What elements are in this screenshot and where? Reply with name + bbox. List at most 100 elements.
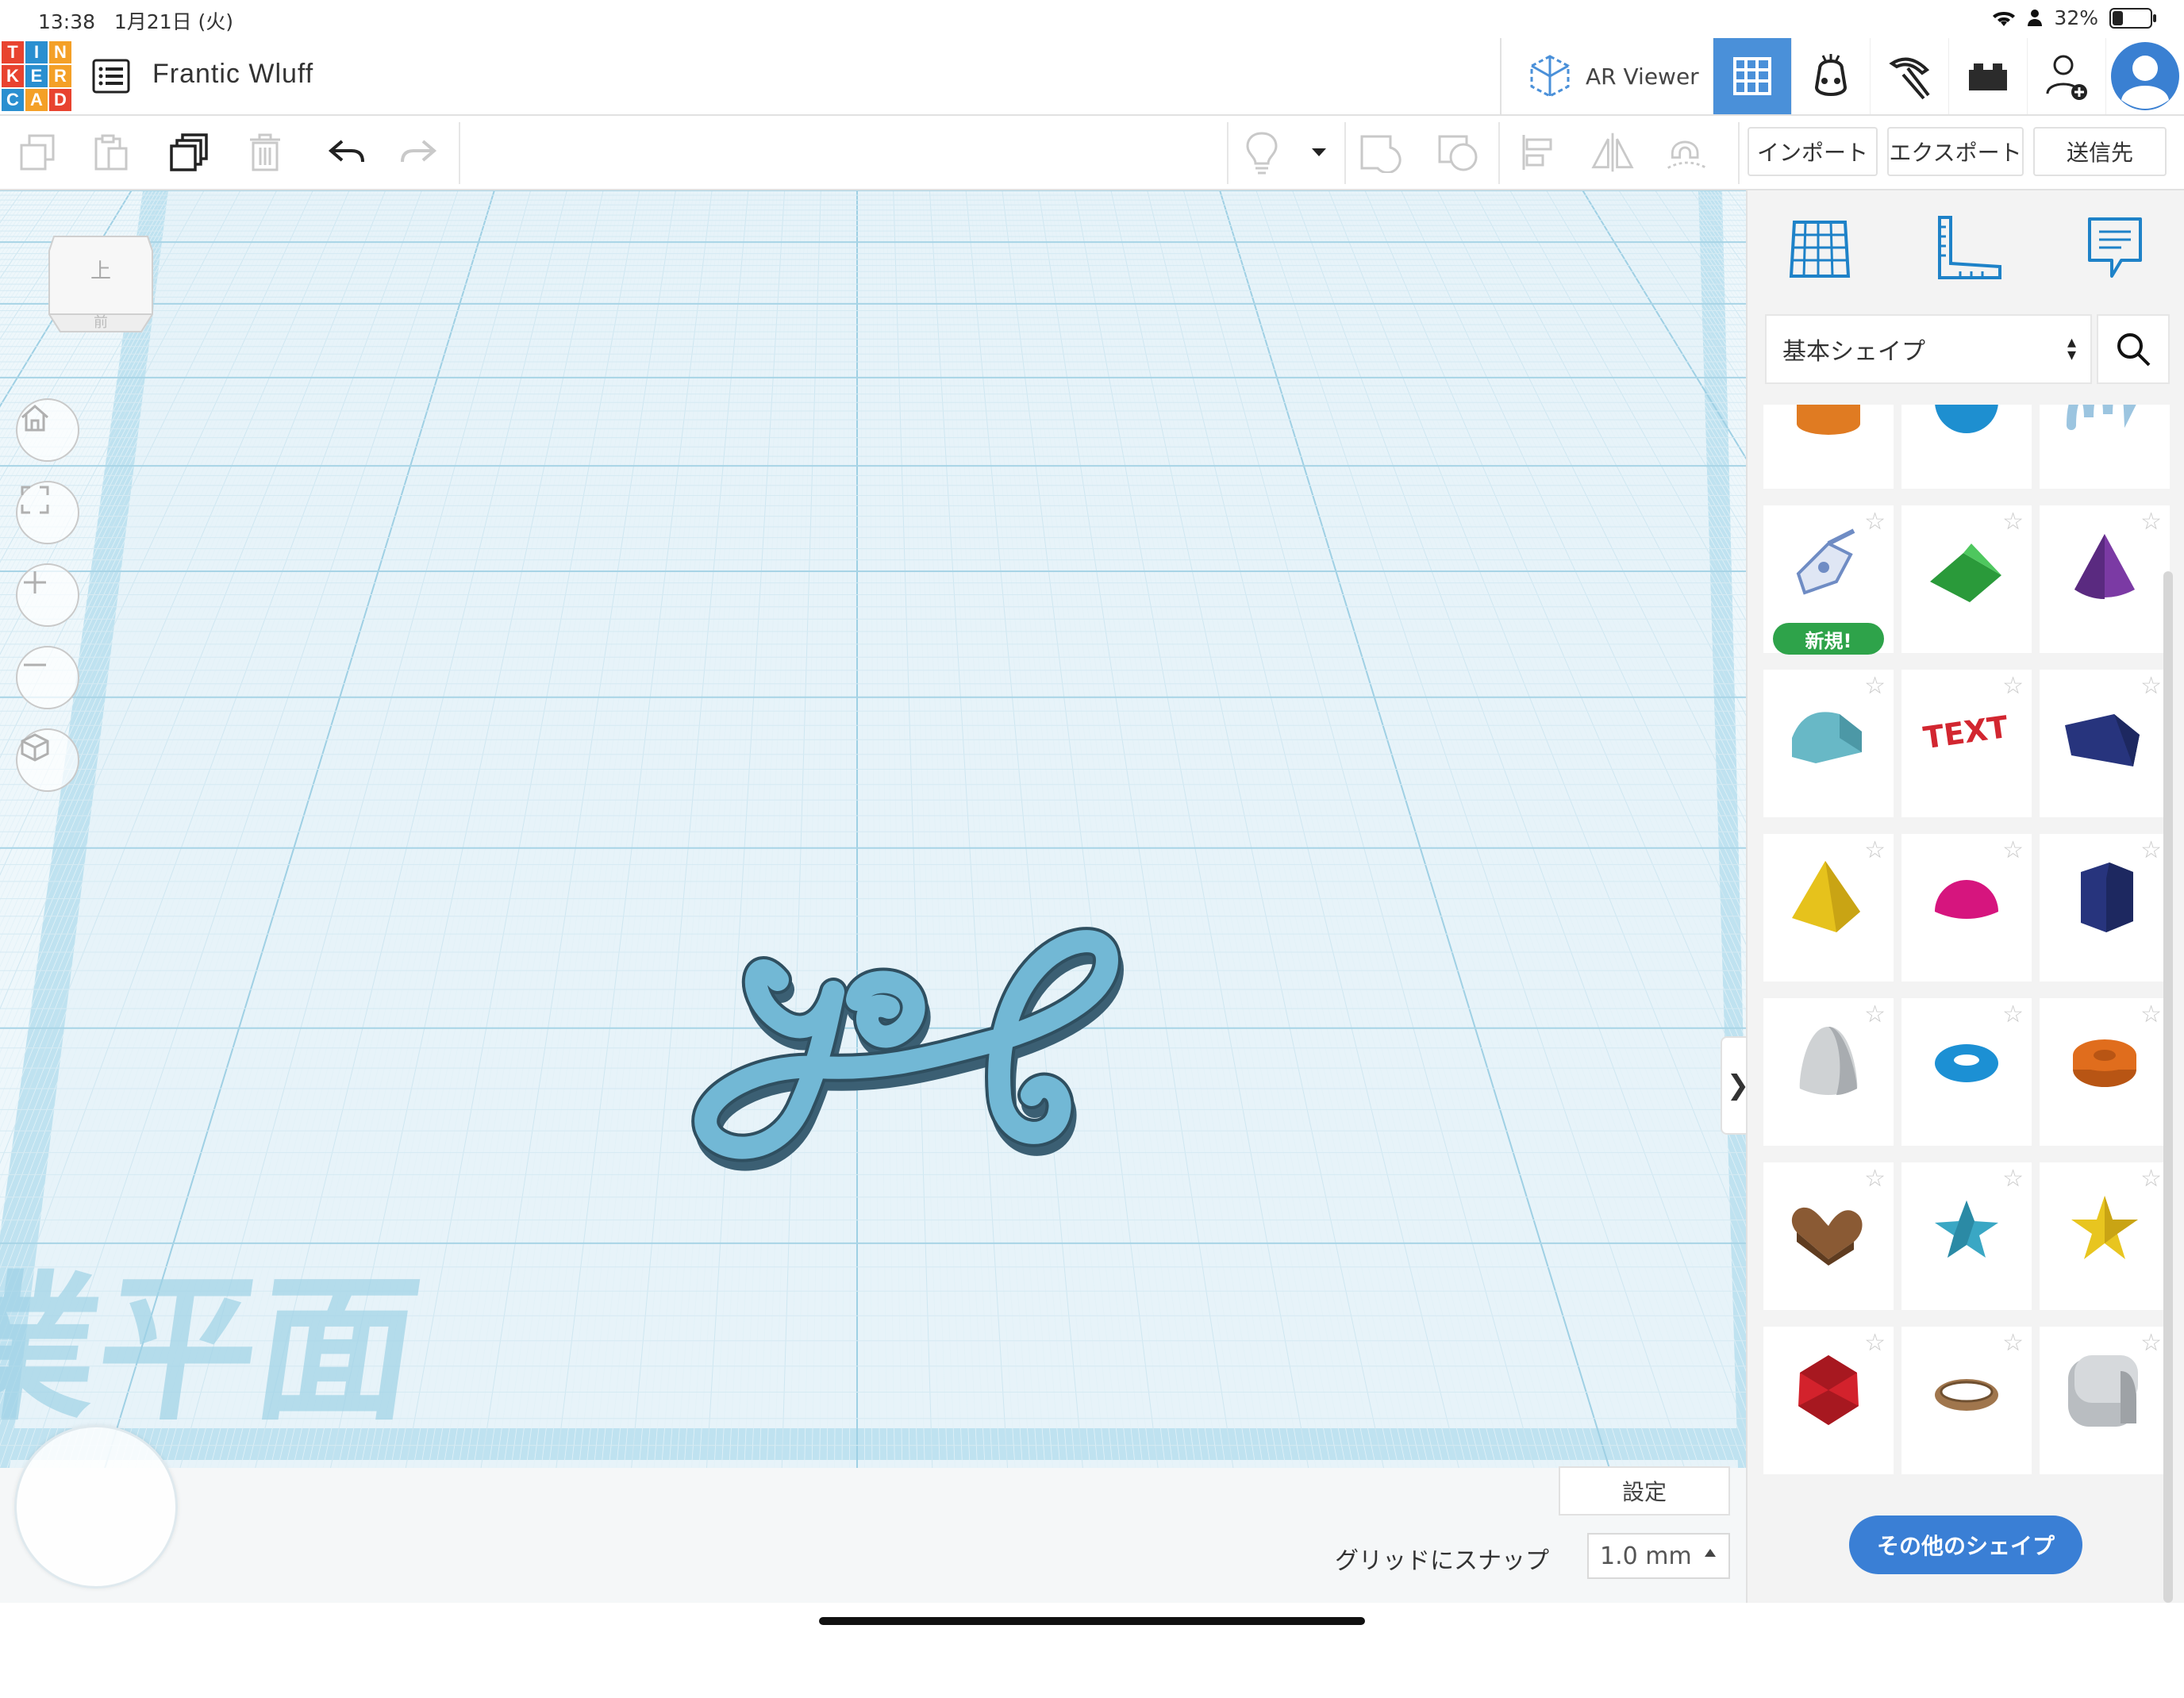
shape-icosahedron[interactable]: ☆ <box>1763 1327 1894 1474</box>
favorite-star-icon[interactable]: ☆ <box>1864 674 1886 698</box>
shape-cone[interactable]: ☆ <box>2040 505 2170 653</box>
shape-sketch[interactable]: ☆ 新規! <box>1763 505 1894 655</box>
undo-icon <box>328 140 364 163</box>
workplane-grid[interactable]: 作業平面 <box>0 190 1746 1468</box>
favorite-star-icon[interactable]: ☆ <box>1864 1003 1886 1027</box>
ungroup-button[interactable] <box>1436 130 1481 175</box>
favorite-star-icon[interactable]: ☆ <box>1864 510 1886 534</box>
half-sphere-shape-icon <box>1935 880 1998 919</box>
battery-icon <box>2109 7 2156 29</box>
favorite-star-icon[interactable]: ☆ <box>2002 674 2024 698</box>
shape-heart[interactable]: ☆ <box>1763 1162 1894 1310</box>
workplane-canvas[interactable]: 作業平面 上 前 <box>0 190 1746 1468</box>
shape-box[interactable]: ☆ <box>2040 670 2170 817</box>
shape-tube[interactable]: ☆ <box>2040 998 2170 1146</box>
copy-button[interactable] <box>16 130 60 175</box>
shape-star[interactable]: ☆ <box>1901 1162 2032 1310</box>
import-button[interactable]: インポート <box>1748 127 1878 176</box>
settings-button[interactable]: 設定 <box>1559 1466 1730 1516</box>
snap-grid-value: 1.0 mm <box>1600 1542 1692 1570</box>
export-button[interactable]: エクスポート <box>1887 127 2024 176</box>
shape-paraboloid[interactable]: ☆ <box>1763 998 1894 1146</box>
shape-round-roof[interactable]: ☆ <box>1763 670 1894 817</box>
favorite-star-icon[interactable]: ☆ <box>2140 510 2162 534</box>
shape-search-button[interactable] <box>2097 314 2170 384</box>
minecraft-button[interactable] <box>1870 38 1948 114</box>
logo-letter: C <box>2 89 24 111</box>
joystick-control[interactable] <box>14 1425 178 1589</box>
shape-polygon[interactable]: ☆ <box>2040 834 2170 982</box>
redo-button[interactable] <box>397 130 441 175</box>
ruler-tab[interactable] <box>1933 214 2005 286</box>
send-to-button[interactable]: 送信先 <box>2033 127 2167 176</box>
panel-scrollbar[interactable] <box>2163 571 2173 1603</box>
favorite-star-icon[interactable]: ☆ <box>2140 1003 2162 1027</box>
shape-half-sphere[interactable]: ☆ <box>1901 834 2032 982</box>
shape-sphere[interactable] <box>1901 405 2032 489</box>
duplicate-button[interactable] <box>167 130 211 175</box>
shape-scribble[interactable] <box>2040 405 2170 489</box>
home-indicator[interactable] <box>819 1617 1365 1625</box>
zoom-in-button[interactable] <box>16 563 79 627</box>
paste-button[interactable] <box>89 130 133 175</box>
favorite-star-icon[interactable]: ☆ <box>2140 1331 2162 1355</box>
show-all-dropdown[interactable] <box>1297 130 1341 175</box>
favorite-star-icon[interactable]: ☆ <box>2140 1167 2162 1191</box>
shape-star-yellow[interactable]: ☆ <box>2040 1162 2170 1310</box>
home-view-button[interactable] <box>16 398 79 462</box>
favorite-star-icon[interactable]: ☆ <box>1864 1331 1886 1355</box>
shape-category-select[interactable]: 基本シェイプ ▴ ▾ <box>1765 314 2092 384</box>
tinkercad-logo[interactable]: TIN KER CAD <box>2 41 71 111</box>
toolbar-separator <box>1738 122 1740 184</box>
shape-ring[interactable]: ☆ <box>1901 1327 2032 1474</box>
profile-button[interactable] <box>2105 38 2184 114</box>
favorite-star-icon[interactable]: ☆ <box>2002 1167 2024 1191</box>
design-title[interactable]: Frantic Wluff <box>152 59 313 90</box>
logo-letter: I <box>25 41 48 63</box>
more-shapes-button[interactable]: その他のシェイプ <box>1849 1516 2082 1574</box>
polygon-shape-icon <box>2081 862 2133 932</box>
collapse-panel-button[interactable]: ❯ <box>1721 1036 1746 1135</box>
snap-grid-select[interactable]: 1.0 mm <box>1587 1533 1730 1579</box>
workplane-watermark: 作業平面 <box>0 1258 429 1443</box>
delete-button[interactable] <box>243 130 287 175</box>
shape-cylinder[interactable] <box>1763 405 1894 489</box>
chevron-right-icon: ❯ <box>1727 1070 1746 1101</box>
cruise-button[interactable] <box>1665 130 1709 175</box>
favorite-star-icon[interactable]: ☆ <box>1864 1167 1886 1191</box>
snap-grid-label: グリッドにスナップ <box>1335 1547 1549 1575</box>
workplane-footer <box>0 1468 1746 1603</box>
fit-view-button[interactable] <box>16 481 79 544</box>
favorite-star-icon[interactable]: ☆ <box>2002 839 2024 862</box>
favorite-star-icon[interactable]: ☆ <box>2140 674 2162 698</box>
shape-pyramid[interactable]: ☆ <box>1763 834 1894 982</box>
favorite-star-icon[interactable]: ☆ <box>1864 839 1886 862</box>
view-cube[interactable]: 上 前 <box>46 230 156 349</box>
toolbar-separator <box>1498 122 1500 184</box>
viewcube-top-label: 上 <box>90 259 111 283</box>
favorite-star-icon[interactable]: ☆ <box>2002 1331 2024 1355</box>
perspective-button[interactable] <box>16 728 79 792</box>
duplicate-icon <box>170 133 208 171</box>
group-button[interactable] <box>1359 130 1403 175</box>
design-list-button[interactable] <box>89 54 133 98</box>
shape-torus[interactable]: ☆ <box>1901 998 2032 1146</box>
show-all-button[interactable] <box>1240 130 1284 175</box>
3d-view-button[interactable] <box>1713 38 1791 114</box>
shape-text[interactable]: TEXT ☆ <box>1901 670 2032 817</box>
bricks-button[interactable] <box>1948 38 2027 114</box>
favorite-star-icon[interactable]: ☆ <box>2002 1003 2024 1027</box>
workplane-tab[interactable] <box>1786 214 1855 286</box>
mirror-button[interactable] <box>1590 130 1635 175</box>
codeblocks-button[interactable] <box>1791 38 1870 114</box>
undo-button[interactable] <box>324 130 368 175</box>
notes-tab[interactable] <box>2083 213 2147 287</box>
shape-roof[interactable]: ☆ <box>1901 505 2032 653</box>
align-button[interactable] <box>1516 130 1560 175</box>
ar-viewer-button[interactable]: AR Viewer <box>1500 38 1713 114</box>
favorite-star-icon[interactable]: ☆ <box>2002 510 2024 534</box>
invite-user-button[interactable] <box>2027 38 2105 114</box>
favorite-star-icon[interactable]: ☆ <box>2140 839 2162 862</box>
shape-rounded-box[interactable]: ☆ <box>2040 1327 2170 1474</box>
zoom-out-button[interactable] <box>16 646 79 709</box>
